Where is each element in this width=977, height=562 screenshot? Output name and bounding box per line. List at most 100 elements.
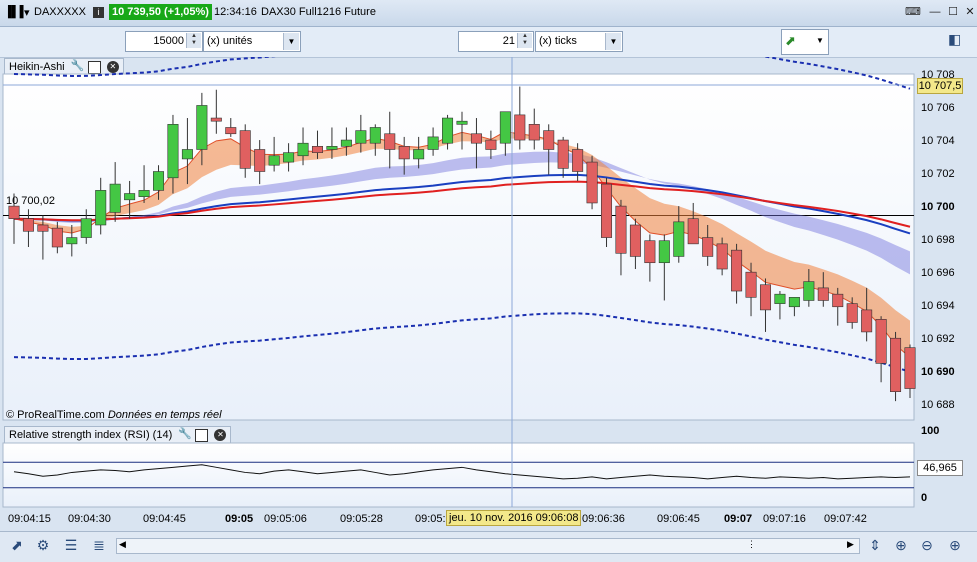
indicator-tool-icon[interactable]: ⚙ <box>34 536 52 554</box>
zoom-in-icon[interactable]: ⊕ <box>946 536 964 554</box>
candle-body <box>832 293 844 308</box>
ticks-select-label: (x) ticks <box>539 35 577 47</box>
time-axis-label: 09:05: <box>415 513 446 525</box>
candle-body <box>846 303 858 323</box>
candle-body <box>283 152 295 163</box>
window-titlebar: ▐▌▌ ▾ DAXXXXX i 10 739,50 (+1,05%) 12:34… <box>0 0 977 27</box>
candle-body <box>861 309 873 333</box>
keyboard-icon[interactable]: ⌨ <box>903 5 923 20</box>
zoom-fit-icon[interactable]: ⊕ <box>892 536 910 554</box>
candle-body <box>153 171 165 191</box>
price-axis-label: 10 696 <box>921 267 955 279</box>
price-axis-label: 10 704 <box>921 135 955 147</box>
candle-body <box>904 347 916 389</box>
zoom-out-icon[interactable]: ⊖ <box>918 536 936 554</box>
candle-body <box>181 149 193 160</box>
time-axis-label: 09:07 <box>724 513 753 525</box>
candle-body <box>413 149 425 160</box>
candle-body <box>788 297 800 308</box>
rsi-axis-top: 100 <box>921 425 940 437</box>
close-button[interactable]: ✕ <box>960 5 977 20</box>
time-axis-label: 09:05:06 <box>264 513 307 525</box>
bars-icon[interactable]: ≣ <box>90 536 108 554</box>
candle-body <box>66 237 78 245</box>
candle-body <box>384 133 396 150</box>
candle-body <box>875 319 887 364</box>
autoscale-icon[interactable]: ⇕ <box>866 536 884 554</box>
watermark-copyright: © ProRealTime.com <box>6 409 105 421</box>
list-icon[interactable]: ☰ <box>62 536 80 554</box>
candle-body <box>629 224 641 257</box>
symbol-dropdown-icon[interactable]: ▾ <box>24 6 30 19</box>
chevron-down-icon[interactable]: ▼ <box>605 33 621 50</box>
candle-body <box>51 227 63 248</box>
units-select[interactable]: (x) unités ▼ <box>203 31 301 52</box>
candle-body <box>340 139 352 147</box>
scroll-left-icon[interactable]: ◀ <box>119 539 126 550</box>
price-axis-label: 10 688 <box>921 399 955 411</box>
chevron-down-icon[interactable]: ▼ <box>816 36 824 45</box>
candle-body <box>586 161 598 204</box>
candle-body <box>499 111 511 144</box>
instrument-name: DAX30 Full1216 Future <box>261 6 376 18</box>
ticks-stepper[interactable]: 21 ▲ ▼ <box>458 31 534 52</box>
info-icon[interactable]: i <box>93 7 104 18</box>
candle-body <box>745 271 757 298</box>
time-axis-label: 09:04:30 <box>68 513 111 525</box>
price-axis-label: 10 690 <box>921 366 955 378</box>
horizontal-scrollbar[interactable]: ◀ ⋮ ▶ <box>116 538 860 554</box>
candle-body <box>124 193 136 201</box>
candle-body <box>470 133 482 144</box>
price-plot-bg <box>2 73 915 421</box>
watermark-note: Données en temps réel <box>107 409 222 421</box>
price-axis-label: 10 694 <box>921 300 955 312</box>
units-stepper-arrows-icon[interactable]: ▲ ▼ <box>186 33 201 48</box>
time-axis-label: 09:05 <box>225 513 254 525</box>
candle-body <box>759 284 771 311</box>
indicators-icon: ⬈ <box>785 33 796 48</box>
candle-body <box>485 139 497 150</box>
scroll-thumb-grip-icon[interactable]: ⋮ <box>747 539 756 550</box>
candle-body <box>326 146 338 150</box>
candle-body <box>557 139 569 169</box>
candle-body <box>95 190 107 226</box>
candle-body <box>644 240 656 264</box>
minimize-button[interactable]: — <box>925 5 945 20</box>
time-axis-label: 09:07:16 <box>763 513 806 525</box>
price-axis-label: 10 706 <box>921 102 955 114</box>
candle-body <box>268 155 280 166</box>
rsi-current-value: 46,965 <box>917 460 963 476</box>
chart-settings-icon[interactable]: ⬈ <box>8 536 26 554</box>
candle-body <box>225 127 237 135</box>
candle-body <box>716 243 728 270</box>
candle-body <box>572 149 584 172</box>
candle-body <box>254 149 266 172</box>
chart-toolbar: 15000 ▲ ▼ (x) unités ▼ 21 ▲ ▼ (x) ticks ▼ … <box>0 27 977 58</box>
candle-body <box>427 136 439 150</box>
ticks-select[interactable]: (x) ticks ▼ <box>535 31 623 52</box>
symbol-name[interactable]: DAXXXXX <box>34 6 86 18</box>
candle-body <box>442 117 454 144</box>
units-stepper[interactable]: 15000 ▲ ▼ <box>125 31 203 52</box>
candle-body <box>658 240 670 264</box>
bottom-toolbar: ⬈ ⚙ ☰ ≣ ◀ ⋮ ▶ ⇕ ⊕ ⊖ ⊕ <box>0 531 977 562</box>
candle-body <box>702 237 714 257</box>
candle-body <box>890 337 902 392</box>
candle-body <box>239 130 251 169</box>
side-panel-toggle-icon[interactable]: ◧ <box>948 31 961 48</box>
candle-body <box>196 105 208 150</box>
candle-body <box>601 183 613 238</box>
chart-area[interactable] <box>0 57 977 531</box>
ticks-stepper-arrows-icon[interactable]: ▲ ▼ <box>517 33 532 48</box>
units-value: 15000 <box>153 35 184 47</box>
time-axis-label: 09:06:45 <box>657 513 700 525</box>
candle-body <box>297 142 309 157</box>
watermark: © ProRealTime.com Données en temps réel <box>6 409 222 421</box>
candle-body <box>8 205 20 219</box>
candle-body <box>37 224 49 232</box>
price-axis-label: 10 702 <box>921 168 955 180</box>
candle-body <box>528 124 540 141</box>
chevron-down-icon[interactable]: ▼ <box>283 33 299 50</box>
indicators-button[interactable]: ⬈ ▼ <box>781 29 829 55</box>
scroll-right-icon[interactable]: ▶ <box>847 539 854 550</box>
